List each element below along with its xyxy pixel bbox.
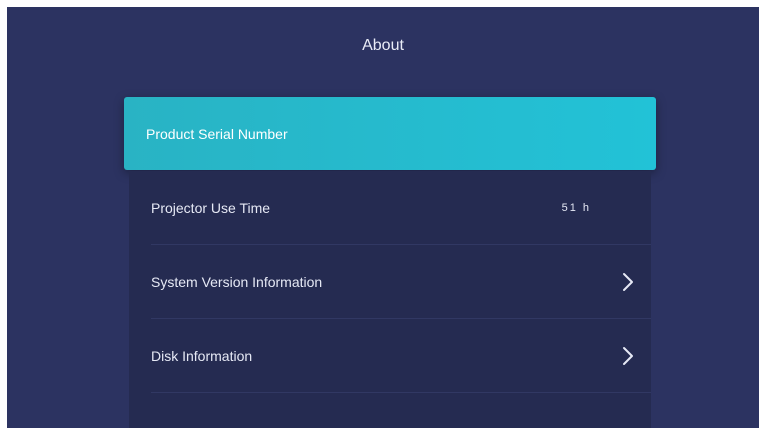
about-screen: About Product Serial Number Projector Us… xyxy=(7,7,759,428)
about-menu-list: Projector Use Time 51 h System Version I… xyxy=(129,171,651,428)
menu-item-disk-information[interactable]: Disk Information xyxy=(129,319,651,393)
use-time-value: 51 h xyxy=(561,202,591,214)
menu-item-system-version-information[interactable]: System Version Information xyxy=(129,245,651,319)
menu-item-label: Product Serial Number xyxy=(146,125,288,142)
chevron-right-icon xyxy=(623,273,633,291)
menu-item-label: System Version Information xyxy=(151,274,323,290)
chevron-right-icon xyxy=(623,347,633,365)
menu-item-projector-use-time[interactable]: Projector Use Time 51 h xyxy=(129,171,651,245)
page-title: About xyxy=(362,37,404,54)
menu-item-label: Disk Information xyxy=(151,348,253,364)
menu-item-partially-visible[interactable] xyxy=(129,393,651,428)
menu-item-label: Projector Use Time xyxy=(151,200,271,216)
menu-item-product-serial-number[interactable]: Product Serial Number xyxy=(124,97,656,170)
